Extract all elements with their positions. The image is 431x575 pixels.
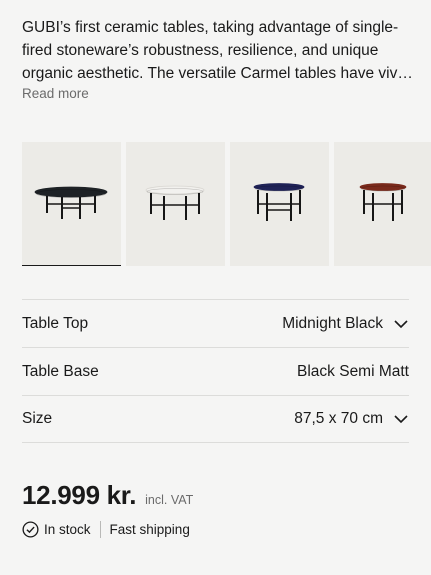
description-line: fired stoneware’s robustness, resilience… <box>22 42 379 59</box>
option-label: Table Top <box>22 314 89 332</box>
description-line: organic aesthetic. The versatile Carmel … <box>22 65 413 82</box>
availability: In stock Fast shipping <box>22 521 190 538</box>
chevron-down-icon <box>394 415 408 424</box>
table-image <box>359 183 407 221</box>
option-value: 87,5 x 70 cm <box>294 410 383 427</box>
thumbnail-white[interactable] <box>126 142 225 266</box>
table-image <box>253 183 305 221</box>
thumbnail-red[interactable] <box>334 142 431 266</box>
table-image <box>145 185 205 220</box>
description-line: GUBI’s first ceramic tables, taking adva… <box>22 19 399 36</box>
thumbnail-midnight-black[interactable] <box>22 142 121 266</box>
variant-thumbnail-strip[interactable] <box>22 142 431 266</box>
option-label: Table Base <box>22 362 99 380</box>
thumbnail-blue[interactable] <box>230 142 329 266</box>
chevron-down-icon <box>394 319 408 328</box>
table-image <box>34 186 108 219</box>
read-more-link[interactable]: Read more <box>22 86 89 101</box>
stock-status: In stock <box>44 522 91 537</box>
check-circle-icon <box>22 521 39 538</box>
option-value: Black Semi Matt <box>297 362 409 380</box>
price: 12.999 kr. <box>22 480 137 510</box>
price-block: 12.999 kr. incl. VAT <box>22 480 193 511</box>
divider <box>99 521 101 538</box>
product-options: Table Top Midnight Black Table Base Blac… <box>22 299 409 443</box>
option-label: Size <box>22 410 53 427</box>
option-table-base: Table Base Black Semi Matt <box>22 347 409 395</box>
product-description: GUBI’s first ceramic tables, taking adva… <box>22 16 417 85</box>
shipping-note: Fast shipping <box>109 522 190 537</box>
vat-note: incl. VAT <box>145 493 194 507</box>
option-value: Midnight Black <box>282 314 383 332</box>
option-size[interactable]: Size 87,5 x 70 cm <box>22 395 409 443</box>
product-detail-panel: GUBI’s first ceramic tables, taking adva… <box>0 0 431 575</box>
option-table-top[interactable]: Table Top Midnight Black <box>22 299 409 347</box>
